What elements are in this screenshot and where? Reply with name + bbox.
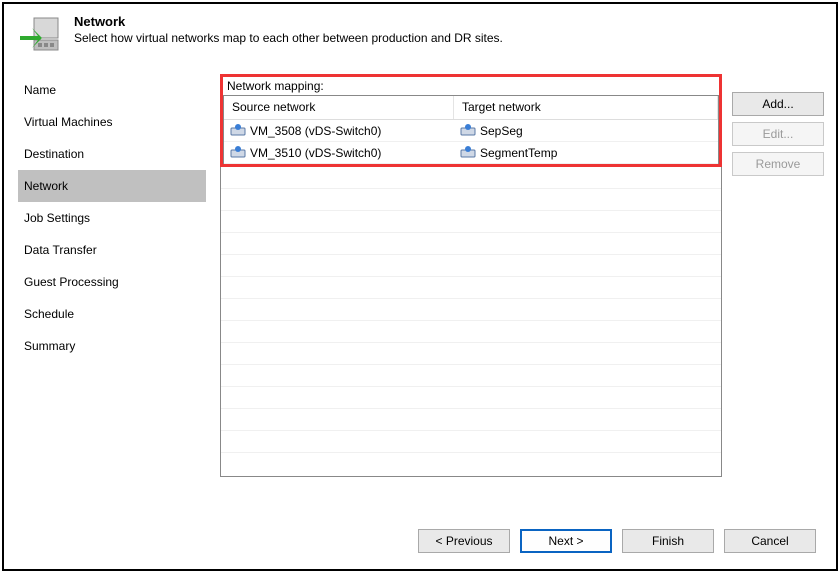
step-job-settings[interactable]: Job Settings	[18, 202, 206, 234]
step-label: Destination	[24, 147, 84, 161]
wizard-steps: Name Virtual Machines Destination Networ…	[18, 68, 206, 513]
step-label: Schedule	[24, 307, 74, 321]
step-data-transfer[interactable]: Data Transfer	[18, 234, 206, 266]
step-label: Data Transfer	[24, 243, 97, 257]
step-label: Name	[24, 83, 56, 97]
table-header: Source network Target network	[224, 96, 718, 120]
step-summary[interactable]: Summary	[18, 330, 206, 362]
remove-button: Remove	[732, 152, 824, 176]
step-destination[interactable]: Destination	[18, 138, 206, 170]
step-schedule[interactable]: Schedule	[18, 298, 206, 330]
cell-target: SegmentTemp	[480, 146, 557, 160]
button-label: Finish	[652, 534, 684, 548]
button-label: Remove	[756, 157, 801, 171]
step-network[interactable]: Network	[18, 170, 206, 202]
page-subtitle: Select how virtual networks map to each …	[74, 31, 503, 45]
wizard-footer: < Previous Next > Finish Cancel	[4, 513, 836, 569]
network-header-icon	[18, 14, 62, 58]
edit-button: Edit...	[732, 122, 824, 146]
button-label: Add...	[762, 97, 793, 111]
step-label: Virtual Machines	[24, 115, 113, 129]
col-target[interactable]: Target network	[454, 96, 718, 119]
button-label: Edit...	[763, 127, 794, 141]
next-button[interactable]: Next >	[520, 529, 612, 553]
cell-source: VM_3508 (vDS-Switch0)	[250, 124, 381, 138]
mapping-table-empty[interactable]	[220, 167, 722, 477]
button-label: Cancel	[751, 534, 788, 548]
step-name[interactable]: Name	[18, 74, 206, 106]
finish-button[interactable]: Finish	[622, 529, 714, 553]
step-label: Network	[24, 179, 68, 193]
step-label: Summary	[24, 339, 75, 353]
step-guest-processing[interactable]: Guest Processing	[18, 266, 206, 298]
button-label: < Previous	[435, 534, 492, 548]
network-switch-icon	[230, 123, 246, 139]
cancel-button[interactable]: Cancel	[724, 529, 816, 553]
step-label: Guest Processing	[24, 275, 119, 289]
network-switch-icon	[460, 145, 476, 161]
cell-target: SepSeg	[480, 124, 523, 138]
mapping-highlight: Network mapping: Source network Target n…	[220, 74, 722, 167]
network-switch-icon	[460, 123, 476, 139]
step-label: Job Settings	[24, 211, 90, 225]
page-title: Network	[74, 14, 503, 29]
step-virtual-machines[interactable]: Virtual Machines	[18, 106, 206, 138]
table-row[interactable]: VM_3510 (vDS-Switch0) SegmentTemp	[224, 142, 718, 164]
network-switch-icon	[230, 145, 246, 161]
wizard-header: Network Select how virtual networks map …	[4, 4, 836, 68]
button-label: Next >	[548, 534, 583, 548]
add-button[interactable]: Add...	[732, 92, 824, 116]
cell-source: VM_3510 (vDS-Switch0)	[250, 146, 381, 160]
mapping-label: Network mapping:	[223, 77, 719, 93]
table-row[interactable]: VM_3508 (vDS-Switch0) SepSeg	[224, 120, 718, 142]
col-source[interactable]: Source network	[224, 96, 454, 119]
previous-button[interactable]: < Previous	[418, 529, 510, 553]
